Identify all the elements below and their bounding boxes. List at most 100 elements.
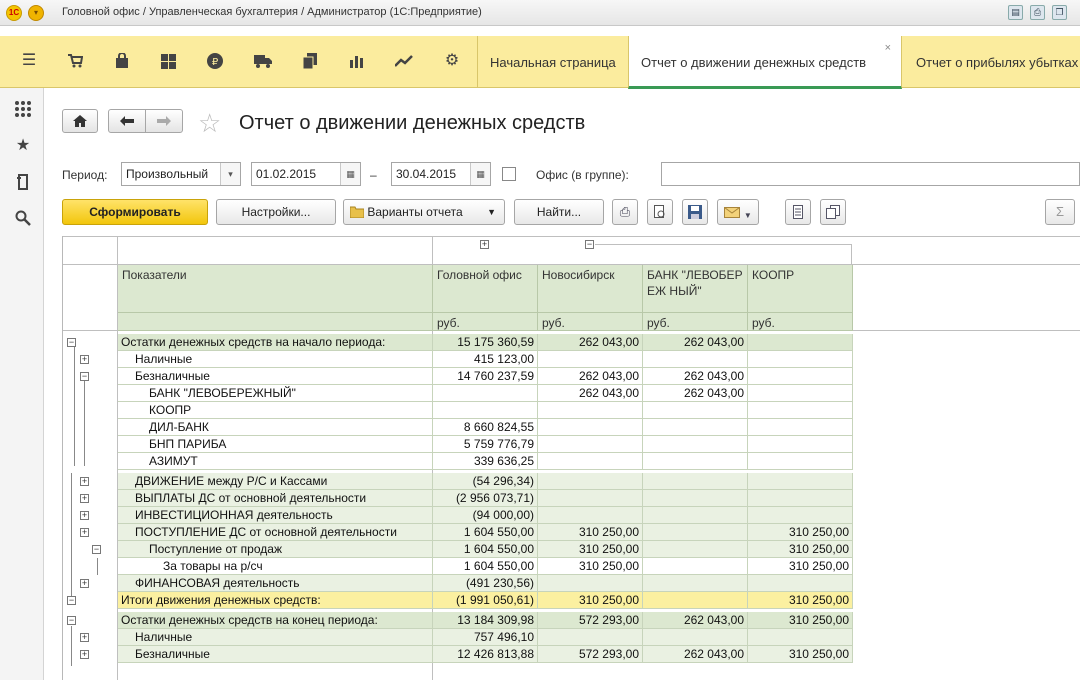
calendar-icon[interactable]: ▦: [470, 163, 490, 185]
row-value: 15 175 360,59: [433, 334, 538, 351]
table-row[interactable]: Наличные 415 123,00 +: [63, 351, 853, 368]
period-dash: –: [370, 168, 377, 182]
copy-icon[interactable]: [820, 199, 846, 225]
table-row[interactable]: БАНК "ЛЕВОБЕРЕЖНЫЙ" 262 043,00 262 043,00: [63, 385, 853, 402]
find-button[interactable]: Найти...: [514, 199, 604, 225]
row-value: [643, 629, 748, 646]
truck-icon[interactable]: [246, 44, 280, 78]
collapse-toggle[interactable]: −: [67, 596, 76, 605]
generate-button[interactable]: Сформировать: [62, 199, 208, 225]
row-value: [538, 507, 643, 524]
collapse-toggle[interactable]: −: [67, 338, 76, 347]
table-row[interactable]: АЗИМУТ 339 636,25: [63, 453, 853, 470]
row-value: [538, 490, 643, 507]
favorite-star-icon[interactable]: ☆: [198, 108, 221, 139]
ruble-icon[interactable]: ₽: [198, 44, 232, 78]
row-value: 757 496,10: [433, 629, 538, 646]
trend-icon[interactable]: [387, 44, 421, 78]
window-restore-icon[interactable]: ❐: [1052, 5, 1067, 20]
history-icon[interactable]: [12, 171, 34, 193]
settings-button[interactable]: Настройки...: [216, 199, 336, 225]
save-icon[interactable]: [682, 199, 708, 225]
table-row[interactable]: Безналичные 14 760 237,59 262 043,00 262 04…: [63, 368, 853, 385]
date-to-field[interactable]: 30.04.2015 ▦: [391, 162, 491, 186]
column-expand-toggle[interactable]: +: [480, 240, 489, 249]
send-email-icon[interactable]: ▼: [717, 199, 759, 225]
export-icon[interactable]: [785, 199, 811, 225]
office-group-checkbox[interactable]: [502, 167, 516, 181]
table-row[interactable]: Остатки денежных средств на конец период…: [63, 612, 853, 629]
expand-toggle[interactable]: +: [80, 511, 89, 520]
table-row[interactable]: Остатки денежных средств на начало перио…: [63, 334, 853, 351]
row-label: Безналичные: [118, 646, 433, 663]
grid-line: [63, 236, 1080, 237]
sum-button[interactable]: Σ: [1045, 199, 1075, 225]
home-button[interactable]: [62, 109, 98, 133]
table-row[interactable]: КООПР: [63, 402, 853, 419]
collapse-toggle[interactable]: −: [92, 545, 101, 554]
chevron-down-icon: ▼: [743, 211, 752, 220]
tab-cash-flow-report[interactable]: Отчет о движении денежных средств ×: [628, 36, 902, 89]
menu-icon[interactable]: ☰: [12, 44, 46, 78]
main-menu-button[interactable]: ▾: [28, 5, 44, 21]
row-value: 310 250,00: [748, 541, 853, 558]
shopping-bag-icon[interactable]: [105, 44, 139, 78]
expand-toggle[interactable]: +: [80, 355, 89, 364]
all-functions-icon[interactable]: [12, 98, 34, 120]
chevron-down-icon[interactable]: ▾: [220, 163, 240, 185]
table-row[interactable]: Безналичные 12 426 813,88 572 293,00 262 04…: [63, 646, 853, 663]
expand-toggle[interactable]: +: [80, 494, 89, 503]
calendar-icon[interactable]: ▦: [340, 163, 360, 185]
column-collapse-toggle[interactable]: −: [585, 240, 594, 249]
date-from-field[interactable]: 01.02.2015 ▦: [251, 162, 361, 186]
expand-toggle[interactable]: +: [80, 633, 89, 642]
forward-button[interactable]: [145, 109, 183, 133]
row-value: [643, 473, 748, 490]
expand-toggle[interactable]: +: [80, 650, 89, 659]
print-icon[interactable]: ⎙: [1030, 5, 1045, 20]
back-button[interactable]: [108, 109, 146, 133]
print-icon[interactable]: ⎙: [612, 199, 638, 225]
office-field[interactable]: [661, 162, 1080, 186]
table-row[interactable]: ДИЛ-БАНК 8 660 824,55: [63, 419, 853, 436]
cart-icon[interactable]: [58, 44, 92, 78]
table-row[interactable]: ПОСТУПЛЕНИЕ ДС от основной деятельности 1…: [63, 524, 853, 541]
row-value: [748, 436, 853, 453]
table-row[interactable]: ИНВЕСТИЦИОННАЯ деятельность (94 000,00) +: [63, 507, 853, 524]
preview-icon[interactable]: [647, 199, 673, 225]
expand-toggle[interactable]: +: [80, 528, 89, 537]
table-row[interactable]: Поступление от продаж 1 604 550,00 310 250…: [63, 541, 853, 558]
left-panel: ★: [0, 88, 44, 680]
column-header-indicators: Показатели: [118, 265, 433, 313]
search-icon[interactable]: [12, 207, 34, 229]
favorites-star-icon[interactable]: ★: [12, 135, 34, 157]
expand-toggle[interactable]: +: [80, 477, 89, 486]
grid-icon[interactable]: [151, 44, 185, 78]
period-type-value: Произвольный: [126, 167, 209, 181]
table-row[interactable]: ДВИЖЕНИЕ между Р/С и Кассами (54 296,34) +: [63, 473, 853, 490]
table-row[interactable]: ВЫПЛАТЫ ДС от основной деятельности (2 95…: [63, 490, 853, 507]
tab-close-icon[interactable]: ×: [885, 42, 891, 54]
row-value: [538, 402, 643, 419]
period-label: Период:: [62, 168, 108, 182]
table-row[interactable]: За товары на р/сч 1 604 550,00 310 250,00 3…: [63, 558, 853, 575]
table-row[interactable]: БНП ПАРИБА 5 759 776,79: [63, 436, 853, 453]
table-row[interactable]: Наличные 757 496,10 +: [63, 629, 853, 646]
report-variants-button[interactable]: Варианты отчета ▼: [343, 199, 505, 225]
table-row[interactable]: ФИНАНСОВАЯ деятельность (491 230,56) +: [63, 575, 853, 592]
collapse-toggle[interactable]: −: [80, 372, 89, 381]
row-value: [748, 629, 853, 646]
period-type-select[interactable]: Произвольный ▾: [121, 162, 241, 186]
tab-profit-loss-report[interactable]: Отчет о прибылях убытках: [916, 36, 1080, 88]
column-header-novosibirsk: Новосибирск: [538, 265, 643, 313]
gear-icon[interactable]: ⚙: [435, 44, 469, 78]
row-value: (54 296,34): [433, 473, 538, 490]
documents-icon[interactable]: [293, 44, 327, 78]
collapse-toggle[interactable]: −: [67, 616, 76, 625]
bar-chart-icon[interactable]: [340, 44, 374, 78]
tab-start-page[interactable]: Начальная страница: [490, 36, 620, 88]
row-value: [748, 473, 853, 490]
table-row[interactable]: Итоги движения денежных средств: (1 991 0…: [63, 592, 853, 609]
expand-toggle[interactable]: +: [80, 579, 89, 588]
save-icon[interactable]: ▤: [1008, 5, 1023, 20]
